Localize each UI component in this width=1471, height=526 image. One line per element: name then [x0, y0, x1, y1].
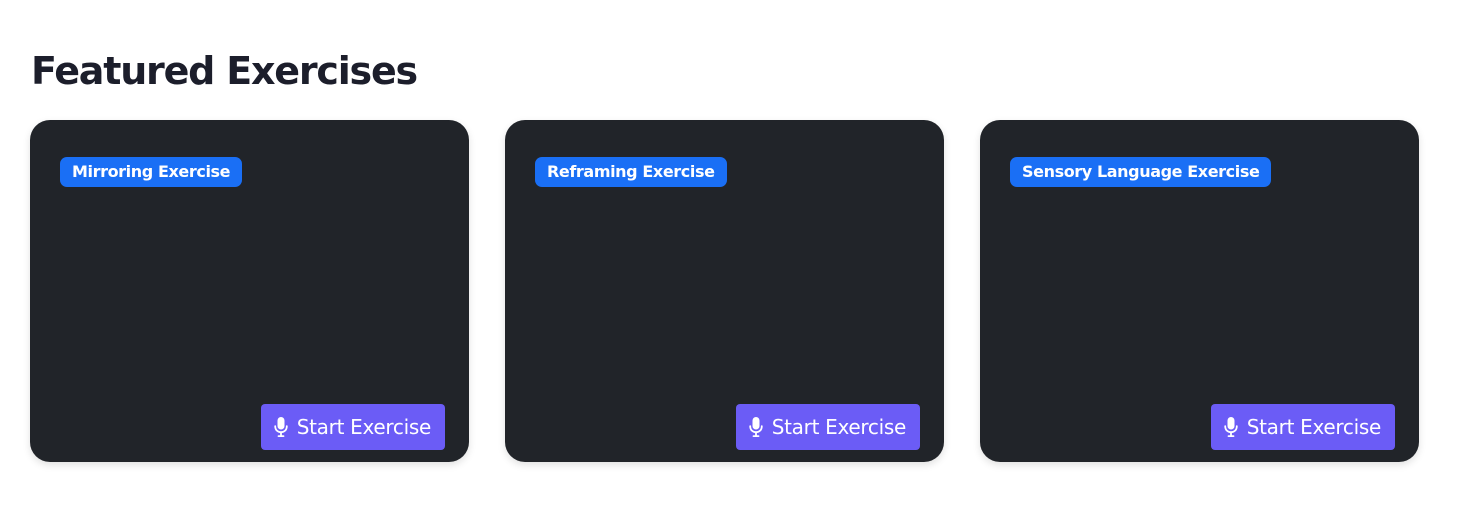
start-exercise-label: Start Exercise — [296, 415, 432, 439]
start-exercise-button[interactable]: Start Exercise — [260, 404, 445, 450]
microphone-icon — [274, 417, 288, 437]
start-exercise-button[interactable]: Start Exercise — [1210, 404, 1395, 450]
exercise-badge: Reframing Exercise — [535, 157, 727, 187]
start-exercise-label: Start Exercise — [771, 415, 907, 439]
start-exercise-button[interactable]: Start Exercise — [735, 404, 920, 450]
exercise-card-sensory-language: Sensory Language Exercise Start Exercise — [980, 120, 1419, 462]
exercise-card-mirroring: Mirroring Exercise Start Exercise — [30, 120, 469, 462]
exercise-badge: Mirroring Exercise — [60, 157, 243, 187]
section-title: Featured Exercises — [31, 49, 418, 93]
start-exercise-label: Start Exercise — [1246, 415, 1382, 439]
exercise-badge: Sensory Language Exercise — [1010, 157, 1272, 187]
microphone-icon — [1224, 417, 1238, 437]
exercise-card-reframing: Reframing Exercise Start Exercise — [505, 120, 944, 462]
microphone-icon — [749, 417, 763, 437]
